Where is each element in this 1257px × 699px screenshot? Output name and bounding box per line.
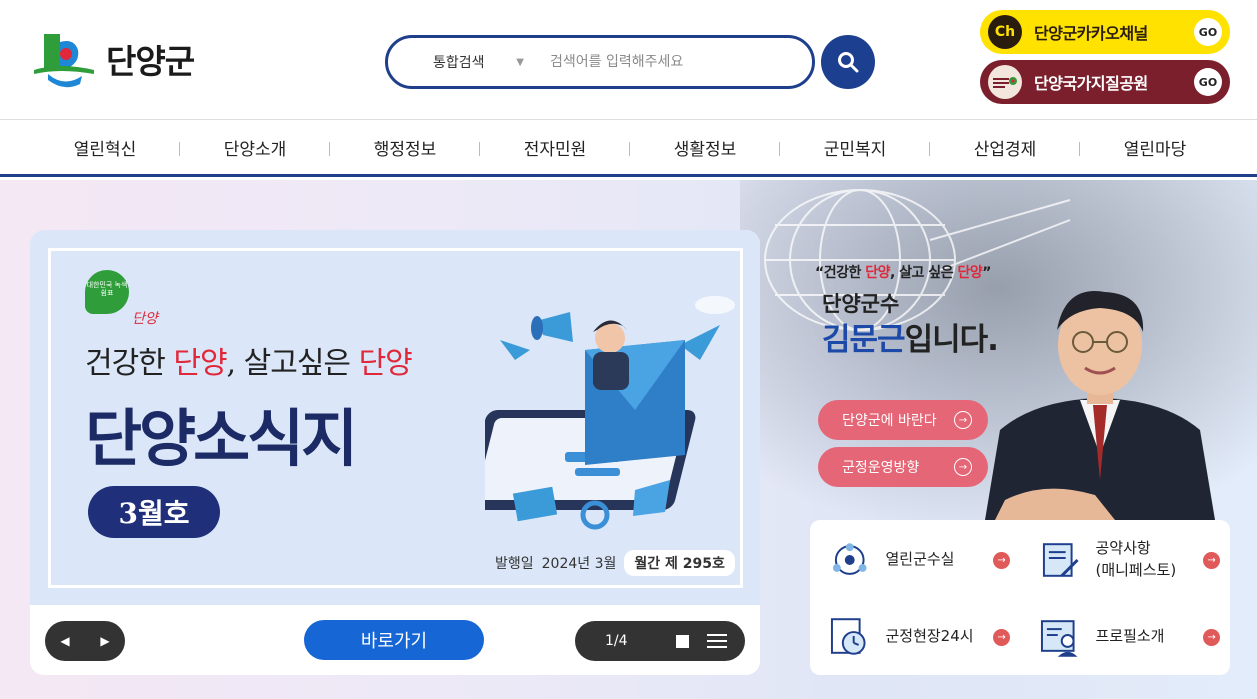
newsletter-title: 단양소식지 — [85, 402, 358, 475]
header: 단양군 통합검색 ▼ Ch 단양군카카오채널 GO 단양국가지질공원 — [0, 0, 1257, 119]
mayor-links-panel: 열린군수실 → 공약사항 (매니페스토) → 군정현장24시 → 프로필소개 → — [810, 520, 1230, 675]
search-input[interactable] — [538, 54, 788, 70]
nav-item-open-forum[interactable]: 열린마당 — [1080, 120, 1230, 175]
site-logo[interactable]: 단양군 — [30, 28, 195, 90]
badge-sub-text: 단양 — [132, 311, 158, 327]
mayor-name-blue: 김문근 — [822, 322, 906, 358]
carousel-controls: ◀ ▶ 바로가기 1/4 — [30, 605, 760, 675]
policy-direction-button[interactable]: 군정운영방향 → — [818, 447, 988, 487]
nav-item-e-civil[interactable]: 전자민원 — [480, 120, 630, 175]
arrow-right-icon: → — [1203, 628, 1220, 646]
search-icon — [838, 52, 859, 73]
profile-link[interactable]: 프로필소개 → — [1020, 607, 1220, 667]
quote-red: 단양 — [865, 265, 890, 281]
stop-icon[interactable] — [675, 634, 689, 648]
manifesto-link[interactable]: 공약사항 (매니페스토) → — [1020, 530, 1220, 590]
goto-button[interactable]: 바로가기 — [304, 620, 484, 660]
link-label: 군정현장24시 — [885, 627, 974, 646]
newsletter-slide[interactable]: 대한민국 녹색쉼표 단양 건강한 단양, 살고싶은 단양 단양소식지 3월호 발… — [30, 230, 760, 605]
carousel-pager: 1/4 — [575, 621, 745, 661]
arrow-right-icon: → — [954, 458, 972, 476]
green-comma-badge: 대한민국 녹색쉼표 — [85, 270, 129, 314]
mayor-name: 김문근입니다. — [822, 314, 999, 359]
megaphone-mail-illustration — [485, 296, 735, 530]
quote-red: 단양 — [957, 265, 983, 281]
quote-part: , 살고 싶은 — [889, 265, 958, 281]
kakao-channel-label: 단양군카카오채널 — [1034, 24, 1148, 43]
logo-text: 단양군 — [106, 42, 195, 81]
pub-date: 2024년 3월 — [541, 556, 617, 572]
prev-arrow-icon[interactable]: ◀ — [60, 634, 69, 648]
slogan-part: , 살고싶은 — [226, 346, 359, 381]
profile-card-icon — [1040, 620, 1078, 657]
next-arrow-icon[interactable]: ▶ — [100, 634, 109, 648]
slogan-red: 단양 — [173, 346, 227, 381]
quote-part: “건강한 — [815, 265, 866, 281]
nav-list: 열린혁신 단양소개 행정정보 전자민원 생활정보 군민복지 산업경제 열린마당 — [30, 120, 1230, 175]
geopark-label: 단양국가지질공원 — [1034, 74, 1148, 93]
wish-to-danyang-button[interactable]: 단양군에 바란다 → — [818, 400, 988, 440]
arrow-right-icon: → — [993, 628, 1010, 646]
kakao-channel-icon: Ch — [988, 15, 1022, 49]
link-label: 프로필소개 — [1095, 627, 1165, 646]
danyang-logo-icon — [34, 34, 94, 88]
search-category-select[interactable]: 통합검색 ▼ — [388, 52, 538, 72]
hero-section: 대한민국 녹색쉼표 단양 건강한 단양, 살고싶은 단양 단양소식지 3월호 발… — [0, 180, 1257, 699]
open-office-link[interactable]: 열린군수실 → — [810, 530, 1010, 590]
slogan-red: 단양 — [358, 346, 413, 381]
kakao-channel-link[interactable]: Ch 단양군카카오채널 GO — [980, 10, 1230, 54]
nav-item-open-innovation[interactable]: 열린혁신 — [30, 120, 180, 175]
arrow-right-icon: → — [993, 551, 1010, 569]
pub-label: 발행일 — [495, 556, 534, 572]
volume-badge: 월간 제 295호 — [624, 550, 735, 576]
nav-item-welfare[interactable]: 군민복지 — [780, 120, 930, 175]
list-menu-icon[interactable] — [706, 634, 727, 648]
go-badge: GO — [1194, 68, 1222, 96]
field-24h-link[interactable]: 군정현장24시 → — [810, 607, 1010, 667]
slogan: 건강한 단양, 살고싶은 단양 — [85, 338, 413, 382]
nav-item-about-danyang[interactable]: 단양소개 — [180, 120, 330, 175]
issue-badge: 3월호 — [88, 486, 220, 538]
chevron-down-icon: ▼ — [516, 56, 524, 68]
pill-label: 군정운영방향 — [842, 460, 920, 476]
people-circle-icon — [832, 543, 867, 575]
pill-label: 단양군에 바란다 — [842, 413, 937, 429]
publication-info: 발행일 2024년 3월 월간 제 295호 — [495, 550, 735, 576]
nav-item-economy[interactable]: 산업경제 — [930, 120, 1080, 175]
quote-part: ” — [982, 265, 991, 281]
main-nav: 열린혁신 단양소개 행정정보 전자민원 생활정보 군민복지 산업경제 열린마당 — [0, 119, 1257, 177]
newsletter-carousel: 대한민국 녹색쉼표 단양 건강한 단양, 살고싶은 단양 단양소식지 3월호 발… — [30, 230, 760, 675]
prev-next-group: ◀ ▶ — [45, 621, 125, 661]
geopark-logo-icon — [988, 65, 1022, 99]
slogan-part: 건강한 — [85, 346, 174, 381]
nav-item-administration[interactable]: 행정정보 — [330, 120, 480, 175]
document-pen-icon — [1042, 543, 1079, 577]
page-indicator: 1/4 — [605, 633, 628, 649]
geopark-link[interactable]: 단양국가지질공원 GO — [980, 60, 1230, 104]
search-button[interactable] — [821, 35, 875, 89]
arrow-right-icon: → — [1203, 551, 1220, 569]
link-label: 공약사항 (매니페스토) — [1095, 539, 1177, 579]
clock-icon — [830, 618, 866, 655]
search-bar: 통합검색 ▼ — [385, 35, 815, 89]
search-category-label: 통합검색 — [433, 55, 485, 71]
mayor-portrait — [985, 291, 1215, 520]
nav-item-living-info[interactable]: 생활정보 — [630, 120, 780, 175]
go-badge: GO — [1194, 18, 1222, 46]
arrow-right-icon: → — [954, 411, 972, 429]
mayor-quote: “건강한 단양, 살고 싶은 단양” — [815, 262, 991, 282]
link-label: 열린군수실 — [885, 550, 955, 569]
